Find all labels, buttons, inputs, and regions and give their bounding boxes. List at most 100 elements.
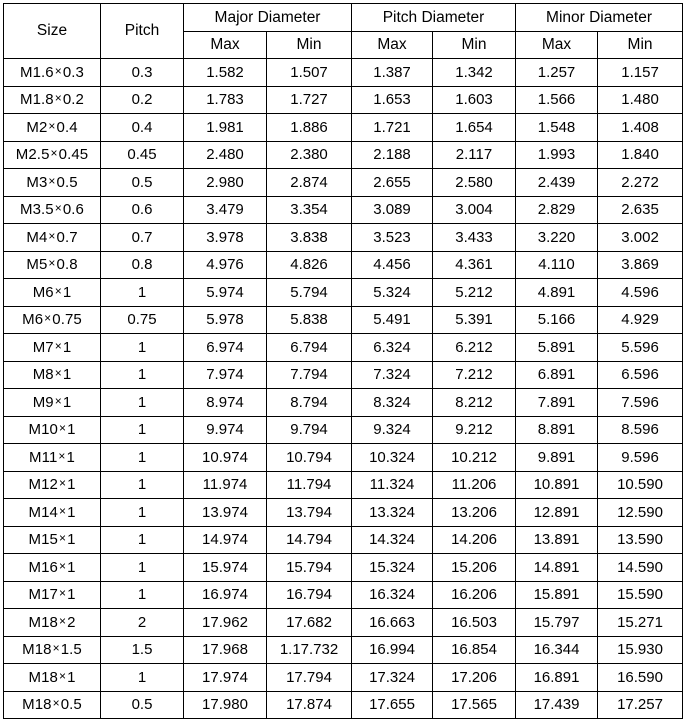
size-pitch-value: 0.5 [60,696,82,714]
cell-size: M4×0.7 [3,223,101,252]
cell-major-min: 17.794 [265,663,353,692]
cell-major-max: 17.962 [183,608,267,637]
size-pitch-value: 1 [62,283,72,301]
cell-minor-min: 8.596 [597,415,684,444]
cell-major-min: 17.682 [265,608,353,637]
cell-pitch: 1 [100,443,184,472]
cell-major-max: 5.978 [183,305,267,334]
cell-pitch-max: 6.324 [351,333,434,362]
cell-pitch-min: 2.117 [432,140,517,169]
size-designation: M3 [26,173,48,191]
size-designation: M2 [26,118,48,136]
size-pitch-value: 1 [67,503,76,521]
cell-pitch-max: 2.188 [351,140,434,169]
size-pitch-value: 0.7 [56,228,78,246]
cell-minor-min: 4.596 [597,278,684,307]
multiply-icon: × [58,586,67,601]
cell-pitch-max: 2.655 [351,168,434,197]
cell-pitch-min: 5.212 [432,278,517,307]
table-row: M5×0.8 0.8 4.976 4.826 4.456 4.361 4.110 3.869 [3,250,684,279]
cell-major-min: 6.794 [265,333,353,362]
cell-pitch: 1 [100,498,184,527]
cell-major-min: 1.507 [265,58,353,87]
multiply-icon: × [48,118,56,133]
size-pitch-value: 0.2 [62,91,84,109]
cell-minor-max: 9.891 [515,443,599,472]
cell-pitch-min: 1.654 [432,113,517,142]
cell-minor-min: 15.271 [597,608,684,637]
cell-size: M14×1 [3,498,101,527]
cell-size: M3×0.5 [3,168,101,197]
cell-pitch-max: 5.491 [351,305,434,334]
size-pitch-value: 2 [67,613,76,631]
size-pitch-value: 0.5 [56,173,78,191]
size-designation: M15 [28,531,58,549]
size-pitch-value: 1 [67,558,76,576]
cell-pitch-min: 1.342 [432,58,517,87]
cell-pitch-max: 9.324 [351,415,434,444]
cell-size: M18×1 [3,663,101,692]
cell-major-min: 14.794 [265,525,353,554]
cell-pitch: 1 [100,663,184,692]
cell-minor-max: 4.110 [515,250,599,279]
cell-size: M18×0.5 [3,690,101,719]
cell-pitch-min: 4.361 [432,250,517,279]
cell-pitch: 0.45 [100,140,184,169]
cell-pitch-max: 10.324 [351,443,434,472]
column-header-size: Size [3,3,101,59]
cell-size: M2.5×0.45 [3,140,101,169]
cell-pitch: 1 [100,553,184,582]
cell-minor-max: 1.257 [515,58,599,87]
column-header-major-min: Min [265,30,353,59]
cell-major-max: 4.976 [183,250,267,279]
cell-pitch-max: 17.655 [351,690,434,719]
column-header-minor-min: Min [597,30,684,59]
cell-minor-max: 12.891 [515,498,599,527]
cell-major-min: 17.874 [265,690,353,719]
cell-minor-min: 14.590 [597,553,684,582]
cell-pitch: 2 [100,608,184,637]
column-header-pitch: Pitch [100,3,184,59]
cell-pitch: 1 [100,388,184,417]
cell-major-min: 16.794 [265,580,353,609]
cell-minor-max: 5.166 [515,305,599,334]
cell-major-min: 11.794 [265,470,353,499]
table-row: M1.8×0.2 0.2 1.783 1.727 1.653 1.603 1.566 1.48… [3,85,684,114]
table-body: M1.6×0.3 0.3 1.582 1.507 1.387 1.342 1.257 1.15… [3,58,684,719]
cell-pitch: 0.6 [100,195,184,224]
table-row: M10×1 1 9.974 9.794 9.324 9.212 8.891 8.596 [3,415,684,444]
cell-pitch: 0.2 [100,85,184,114]
size-pitch-value: 1 [67,531,76,549]
size-designation: M3.5 [19,201,54,219]
cell-minor-max: 3.220 [515,223,599,252]
cell-pitch: 1 [100,278,184,307]
table-row: M6×1 1 5.974 5.794 5.324 5.212 4.891 4.596 [3,278,684,307]
size-pitch-value: 0.6 [62,201,84,219]
size-designation: M12 [28,476,58,494]
cell-minor-max: 13.891 [515,525,599,554]
multiply-icon: × [58,558,67,573]
cell-pitch-max: 4.456 [351,250,434,279]
cell-minor-max: 7.891 [515,388,599,417]
cell-minor-max: 17.439 [515,690,599,719]
table-header: Size Pitch Major Diameter Pitch Diameter… [3,3,684,59]
cell-minor-min: 9.596 [597,443,684,472]
cell-major-min: 1.727 [265,85,353,114]
cell-major-max: 2.980 [183,168,267,197]
table-row: M17×1 1 16.974 16.794 16.324 16.206 15.891 15.5… [3,580,684,609]
cell-minor-min: 12.590 [597,498,684,527]
size-pitch-value: 1 [62,366,72,384]
cell-major-max: 5.974 [183,278,267,307]
cell-pitch-max: 1.721 [351,113,434,142]
cell-major-max: 7.974 [183,360,267,389]
cell-major-max: 15.974 [183,553,267,582]
cell-pitch: 0.4 [100,113,184,142]
cell-major-min: 4.826 [265,250,353,279]
multiply-icon: × [58,531,67,546]
table-row: M18×2 2 17.962 17.682 16.663 16.503 15.797 15.2… [3,608,684,637]
cell-pitch-min: 13.206 [432,498,517,527]
cell-pitch-max: 16.994 [351,635,434,664]
cell-pitch-min: 5.391 [432,305,517,334]
cell-pitch-max: 17.324 [351,663,434,692]
cell-major-min: 2.380 [265,140,353,169]
